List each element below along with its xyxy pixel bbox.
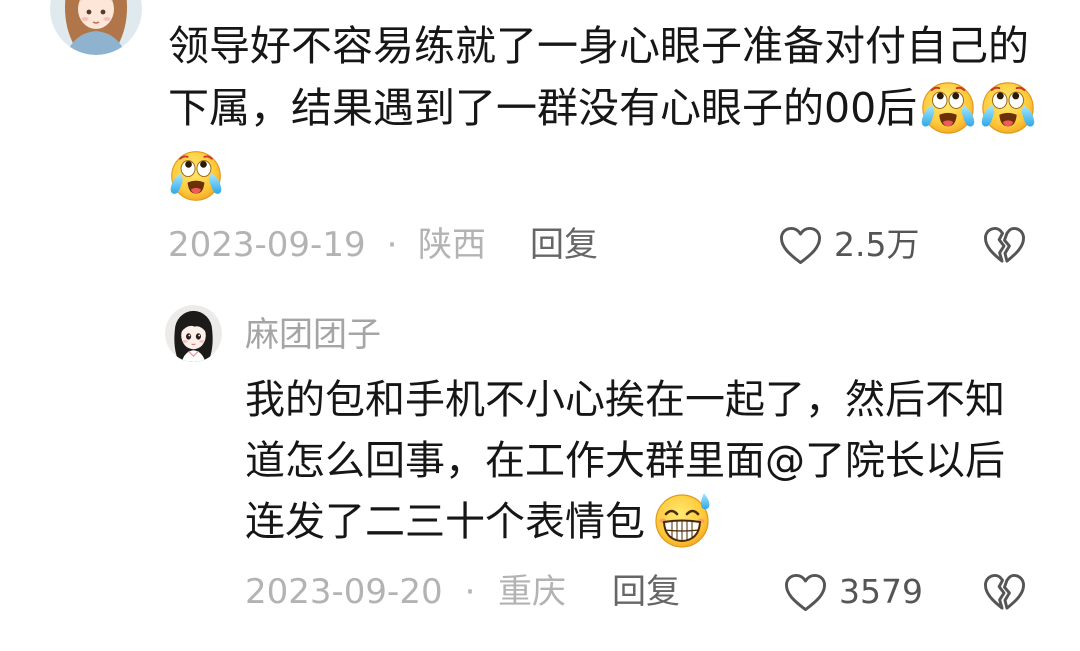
comment-date: 2023-09-19 bbox=[168, 225, 366, 265]
comment-text[interactable]: 领导好不容易练就了一身心眼子准备对付自己的 下属，结果遇到了一群没有心眼子的00… bbox=[168, 15, 1037, 202]
heart-outline-icon bbox=[780, 226, 821, 264]
comment-line bbox=[168, 139, 1037, 202]
crying-laughing-emoji-icon bbox=[980, 81, 1036, 135]
like-count: 3579 bbox=[839, 572, 923, 611]
comment-line: 下属，结果遇到了一群没有心眼子的00后 bbox=[168, 77, 1037, 139]
grinning-sweat-emoji-icon bbox=[654, 491, 711, 549]
broken-heart-icon bbox=[984, 226, 1025, 263]
reply-username[interactable]: 麻团团子 bbox=[245, 313, 381, 357]
heart-outline-icon bbox=[785, 573, 826, 611]
replier-avatar[interactable] bbox=[165, 305, 222, 362]
crying-laughing-emoji-icon bbox=[920, 81, 976, 135]
commenter-avatar[interactable] bbox=[50, 0, 142, 55]
comment-line-text: 下属，结果遇到了一群没有心眼子的00后 bbox=[168, 84, 918, 132]
user-avatar-girl-black-hair-icon bbox=[165, 305, 222, 362]
reply-meta: 2023-09-20 · 重庆 回复 3579 bbox=[0, 569, 1080, 615]
reply-line-text: 连发了二三十个表情包 bbox=[245, 499, 645, 545]
reply-date: 2023-09-20 bbox=[245, 572, 443, 612]
meta-separator: · bbox=[464, 572, 476, 612]
dislike-button[interactable] bbox=[982, 569, 1027, 615]
reply-location: 重庆 bbox=[498, 572, 566, 612]
reply-line-text: 我的包和手机不小心挨在一起了，然后不知 bbox=[245, 377, 1005, 423]
comment-location: 陕西 bbox=[418, 225, 486, 265]
reply-button[interactable]: 回复 bbox=[612, 569, 680, 615]
reply-text[interactable]: 我的包和手机不小心挨在一起了，然后不知 道怎么回事，在工作大群里面@了院长以后 … bbox=[245, 370, 1005, 553]
reply-button[interactable]: 回复 bbox=[530, 222, 598, 268]
like-count: 2.5万 bbox=[834, 225, 920, 264]
crying-laughing-emoji-icon bbox=[169, 150, 223, 202]
comment-meta: 2023-09-19 · 陕西 回复 2.5万 bbox=[0, 222, 1080, 268]
reply-line-text: 道怎么回事，在工作大群里面@了院长以后 bbox=[245, 438, 1005, 484]
like-button[interactable]: 3579 bbox=[783, 569, 923, 615]
meta-separator: · bbox=[386, 225, 398, 265]
reply-line: 我的包和手机不小心挨在一起了，然后不知 bbox=[245, 370, 1005, 431]
comment-line: 领导好不容易练就了一身心眼子准备对付自己的 bbox=[168, 15, 1037, 77]
user-avatar-girl-straw-hat-icon bbox=[50, 0, 142, 55]
broken-heart-icon bbox=[984, 573, 1025, 610]
reply-line: 道怎么回事，在工作大群里面@了院长以后 bbox=[245, 431, 1005, 492]
dislike-button[interactable] bbox=[982, 222, 1027, 268]
like-button[interactable]: 2.5万 bbox=[778, 222, 919, 268]
comment-line-text: 领导好不容易练就了一身心眼子准备对付自己的 bbox=[168, 22, 1029, 70]
reply-line: 连发了二三十个表情包 bbox=[245, 491, 1005, 553]
